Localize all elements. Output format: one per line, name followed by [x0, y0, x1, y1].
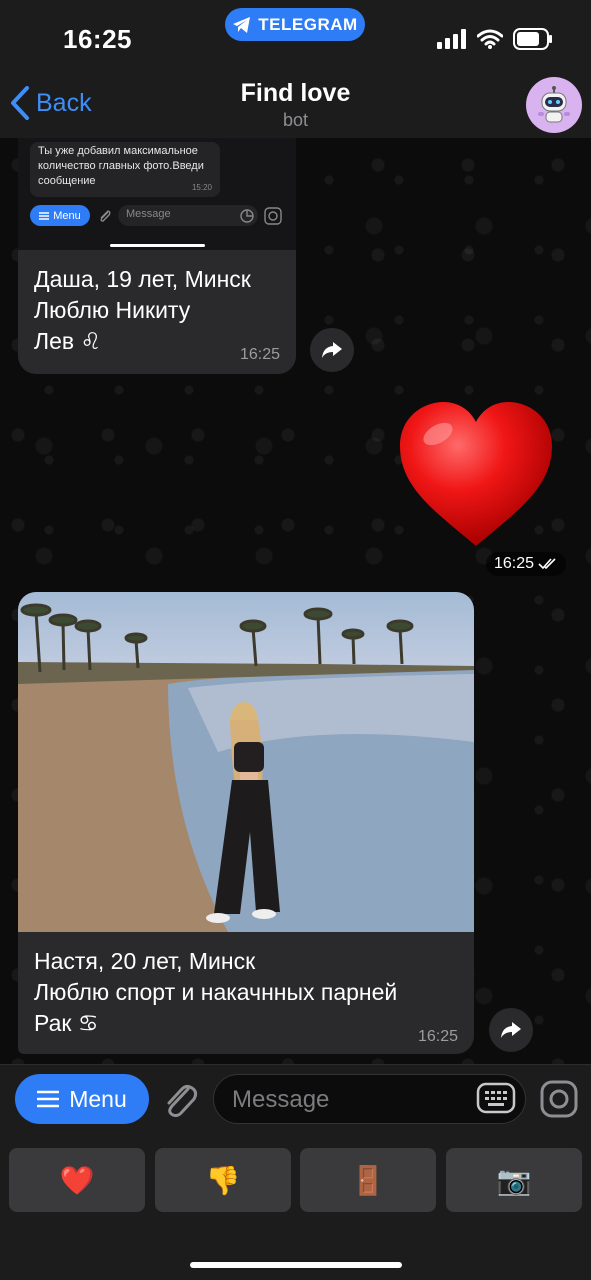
screenshot-message-text: Ты уже добавил максимальное количество г… — [38, 145, 204, 187]
caption-line: Лев ♌ — [34, 328, 102, 354]
caption-line: Рак ♋ — [34, 1010, 99, 1036]
share-button[interactable] — [310, 328, 354, 372]
battery-icon — [513, 28, 552, 50]
home-indicator — [190, 1262, 402, 1268]
input-bar: Menu Message — [0, 1064, 591, 1134]
like-button[interactable]: ❤️ — [9, 1148, 145, 1212]
message-time: 16:25 — [417, 1028, 458, 1045]
menu-button[interactable]: Menu — [15, 1074, 149, 1124]
photo-button[interactable]: 📷 — [446, 1148, 582, 1212]
screenshot-input-placeholder: Message — [126, 208, 171, 220]
chat-header: Back Find love bot — [0, 70, 591, 138]
signal-icon — [437, 29, 466, 49]
reply-keyboard: ❤️ 👎 🚪 📷 — [0, 1134, 591, 1280]
share-arrow-icon — [322, 342, 342, 358]
menu-icon — [39, 211, 50, 220]
bot-avatar[interactable] — [526, 77, 582, 133]
share-arrow-icon — [501, 1022, 521, 1038]
screenshot-message-time: 15:20 — [191, 183, 212, 192]
profile-caption: Даша, 19 лет, Минск Люблю Никиту Лев ♌ — [34, 264, 251, 357]
beach-scene — [18, 603, 474, 932]
screenshot-menu-label: Menu — [53, 209, 81, 222]
caption-line: Настя, 20 лет, Минск — [34, 948, 256, 974]
robot-icon — [538, 86, 570, 123]
screenshot-image: Ты уже добавил максимальное количество г… — [18, 138, 296, 250]
screenshot-message: Ты уже добавил максимальное количество г… — [30, 142, 220, 197]
profile-photo[interactable] — [18, 592, 474, 932]
caption-line: Даша, 19 лет, Минск — [34, 266, 251, 292]
telegram-pill[interactable]: TELEGRAM — [225, 8, 365, 41]
status-clock: 16:25 — [63, 24, 132, 54]
screenshot-message-input: Message — [118, 205, 258, 226]
camera-icon — [264, 207, 282, 225]
message-bubble[interactable]: Настя, 20 лет, Минск Люблю спорт и накач… — [18, 592, 474, 1054]
keyboard-icon[interactable] — [476, 1082, 516, 1114]
sticker-time-text: 16:25 — [494, 555, 535, 572]
system-icons — [437, 28, 553, 50]
message-input-placeholder: Message — [232, 1086, 330, 1113]
camera-icon[interactable] — [540, 1080, 578, 1118]
heart-sticker[interactable] — [396, 400, 556, 548]
menu-icon — [37, 1090, 60, 1108]
double-check-icon — [538, 558, 556, 570]
caption-line: Люблю спорт и накачнных парней — [34, 979, 398, 1005]
telegram-pill-label: TELEGRAM — [258, 14, 358, 34]
sticker-time: 16:25 — [486, 552, 567, 576]
paperclip-icon — [100, 210, 111, 222]
share-button[interactable] — [489, 1008, 533, 1052]
profile-caption: Настя, 20 лет, Минск Люблю спорт и накач… — [34, 946, 397, 1039]
chat-area[interactable]: Ты уже добавил максимальное количество г… — [0, 138, 591, 1064]
telegram-icon — [233, 16, 251, 33]
wifi-icon — [477, 29, 503, 49]
chat-subtitle: bot — [282, 110, 309, 130]
message-bubble[interactable]: Ты уже добавил максимальное количество г… — [18, 138, 296, 374]
caption-line: Люблю Никиту — [34, 297, 191, 323]
status-bar: 16:25 TELEGRAM — [0, 0, 591, 70]
attach-icon[interactable] — [162, 1079, 198, 1119]
sticker-icon — [240, 209, 254, 223]
message-time: 16:25 — [239, 346, 280, 363]
exit-button[interactable]: 🚪 — [300, 1148, 436, 1212]
chat-title[interactable]: Find love — [0, 79, 591, 108]
home-indicator — [110, 244, 205, 247]
menu-label: Menu — [69, 1085, 127, 1112]
dislike-button[interactable]: 👎 — [155, 1148, 291, 1212]
screenshot-menu-button: Menu — [30, 205, 90, 226]
